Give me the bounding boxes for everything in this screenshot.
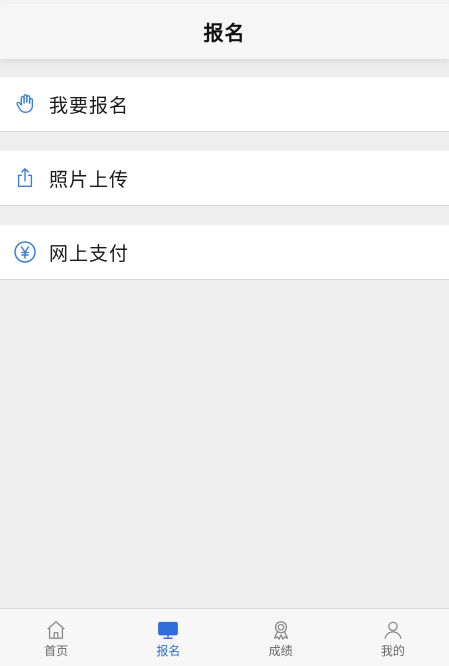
tab-mine[interactable]: 我的 — [337, 609, 449, 666]
menu-item-label: 照片上传 — [49, 168, 130, 191]
monitor-icon — [157, 619, 179, 641]
home-icon — [45, 619, 67, 641]
menu-item-label: 我要报名 — [49, 94, 130, 117]
menu-item-label: 网上支付 — [49, 242, 130, 265]
tab-home[interactable]: 首页 — [0, 609, 112, 666]
app-root: 报名 我要报名 照片上传 网上支付 首页 报名 成绩 我的 — [0, 0, 449, 666]
tab-label: 首页 — [44, 644, 69, 658]
bottom-tab-bar: 首页 报名 成绩 我的 — [0, 608, 449, 666]
upload-icon — [13, 166, 37, 190]
menu-item-photo-upload[interactable]: 照片上传 — [0, 151, 449, 206]
page-header: 报名 — [0, 4, 449, 59]
page-title: 报名 — [203, 21, 246, 45]
menu-item-register[interactable]: 我要报名 — [0, 77, 449, 132]
yen-icon — [13, 240, 37, 264]
person-icon — [382, 619, 404, 641]
tab-register[interactable]: 报名 — [112, 609, 224, 666]
menu-item-online-payment[interactable]: 网上支付 — [0, 225, 449, 280]
tab-label: 我的 — [380, 644, 405, 658]
award-icon — [270, 619, 292, 641]
hand-icon — [13, 92, 37, 116]
tab-label: 成绩 — [268, 644, 293, 658]
tab-label: 报名 — [156, 644, 181, 658]
tab-scores[interactable]: 成绩 — [225, 609, 337, 666]
